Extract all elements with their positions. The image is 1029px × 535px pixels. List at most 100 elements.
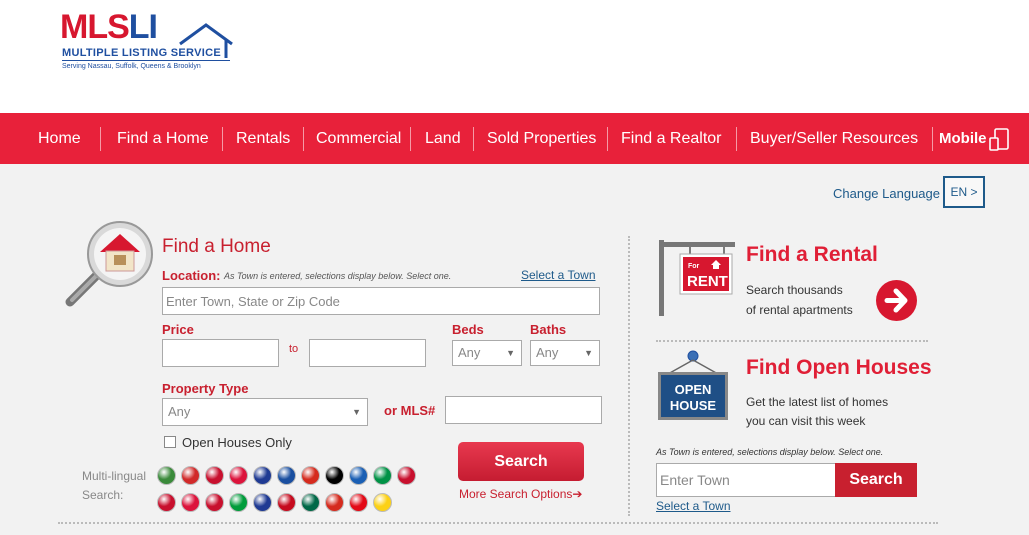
language-flag-button[interactable]: [181, 466, 200, 485]
open-houses-search-button[interactable]: Search: [835, 463, 917, 497]
main-nav: Home Find a Home Rentals Commercial Land…: [0, 113, 1029, 164]
property-type-select[interactable]: Any ▼: [162, 398, 368, 426]
rental-go-button[interactable]: [876, 280, 917, 321]
open-label: OPEN: [675, 382, 712, 397]
find-a-home-title: Find a Home: [162, 236, 271, 257]
language-flag-button[interactable]: [325, 466, 344, 485]
language-flag-button[interactable]: [373, 493, 392, 512]
nav-separator: [932, 127, 933, 151]
mobile-devices-icon: [988, 128, 1009, 151]
multilingual-search-label: Multi-lingual Search:: [82, 467, 146, 505]
language-flag-button[interactable]: [277, 493, 296, 512]
vertical-divider: [628, 236, 630, 516]
price-max-input[interactable]: [309, 339, 426, 367]
price-to-label: to: [289, 343, 299, 355]
open-houses-desc-line1: Get the latest list of homes: [746, 395, 889, 409]
open-houses-desc-line2: you can visit this week: [746, 414, 866, 428]
nav-separator: [473, 127, 474, 151]
change-language-label: Change Language: [833, 186, 940, 201]
site-header: MLSLI MULTIPLE LISTING SERVICE Serving N…: [0, 0, 1029, 113]
nav-separator: [410, 127, 411, 151]
language-flag-button[interactable]: [397, 466, 416, 485]
for-rent-sign-icon: For RENT: [659, 240, 735, 316]
mls-number-input[interactable]: [445, 396, 602, 424]
property-type-label: Property Type: [162, 381, 249, 396]
beds-select[interactable]: Any ▼: [452, 340, 522, 366]
multilingual-label-line2: Search:: [82, 488, 124, 502]
chevron-down-icon: ▼: [352, 407, 361, 417]
language-flag-button[interactable]: [157, 493, 176, 512]
arrow-right-icon: [884, 288, 908, 313]
nav-mobile[interactable]: Mobile: [939, 113, 1013, 164]
language-flag-button[interactable]: [205, 493, 224, 512]
logo-li: LI: [128, 8, 158, 46]
language-flag-button[interactable]: [349, 466, 368, 485]
multilingual-label-line1: Multi-lingual: [82, 469, 147, 483]
nav-land[interactable]: Land: [425, 113, 461, 164]
rent-label: RENT: [687, 273, 728, 290]
language-flag-button[interactable]: [373, 466, 392, 485]
open-houses-only-label[interactable]: Open Houses Only: [182, 435, 292, 450]
language-button[interactable]: EN >: [943, 176, 985, 208]
nav-commercial[interactable]: Commercial: [316, 113, 401, 164]
logo-divider: [62, 60, 230, 61]
more-search-options-link[interactable]: More Search Options➔: [459, 487, 582, 501]
language-flag-button[interactable]: [229, 466, 248, 485]
house-label: HOUSE: [670, 398, 717, 413]
open-houses-select-a-town-link[interactable]: Select a Town: [656, 499, 731, 513]
open-houses-description: Get the latest list of homes you can vis…: [746, 393, 888, 431]
language-flag-button[interactable]: [325, 493, 344, 512]
magnifier-house-icon: [65, 221, 153, 307]
language-flag-button[interactable]: [349, 493, 368, 512]
baths-select[interactable]: Any ▼: [530, 340, 600, 366]
beds-label: Beds: [452, 322, 484, 337]
location-input[interactable]: [162, 287, 600, 315]
mls-number-label: or MLS#: [384, 403, 436, 418]
open-houses-town-input[interactable]: [656, 463, 836, 497]
language-flag-button[interactable]: [181, 493, 200, 512]
language-flag-button[interactable]: [253, 466, 272, 485]
location-hint: As Town is entered, selections display b…: [224, 271, 452, 281]
find-home-search-button[interactable]: Search: [458, 442, 584, 481]
open-houses-only-checkbox[interactable]: [164, 436, 176, 448]
open-houses-town-hint: As Town is entered, selections display b…: [656, 447, 884, 457]
rental-description: Search thousands of rental apartments: [746, 280, 853, 320]
price-label: Price: [162, 322, 194, 337]
language-flag-button[interactable]: [277, 466, 296, 485]
language-flag-button[interactable]: [205, 466, 224, 485]
logo-subtitle: MULTIPLE LISTING SERVICE: [62, 47, 221, 59]
nav-separator: [222, 127, 223, 151]
price-min-input[interactable]: [162, 339, 279, 367]
find-open-houses-title[interactable]: Find Open Houses: [746, 356, 932, 380]
rental-desc-line2: of rental apartments: [746, 303, 853, 317]
select-a-town-link[interactable]: Select a Town: [521, 268, 596, 282]
nav-separator: [607, 127, 608, 151]
language-flag-button[interactable]: [253, 493, 272, 512]
nav-separator: [100, 127, 101, 151]
mlsli-logo[interactable]: MLSLI MULTIPLE LISTING SERVICE Serving N…: [60, 10, 235, 74]
nav-find-a-home[interactable]: Find a Home: [117, 113, 209, 164]
baths-label: Baths: [530, 322, 567, 337]
language-flag-button[interactable]: [229, 493, 248, 512]
language-flag-button[interactable]: [301, 466, 320, 485]
nav-rentals[interactable]: Rentals: [236, 113, 290, 164]
nav-buyer-seller-resources[interactable]: Buyer/Seller Resources: [750, 113, 918, 164]
nav-mobile-label: Mobile: [939, 130, 987, 147]
nav-home[interactable]: Home: [38, 113, 81, 164]
language-flag-button[interactable]: [301, 493, 320, 512]
right-panel-divider: [656, 340, 928, 342]
open-house-sign-icon: OPEN HOUSE: [658, 350, 728, 420]
for-label: For: [688, 263, 700, 270]
location-label: Location:: [162, 268, 221, 283]
nav-find-a-realtor[interactable]: Find a Realtor: [621, 113, 722, 164]
nav-sold-properties[interactable]: Sold Properties: [487, 113, 596, 164]
beds-selected-value: Any: [458, 345, 481, 360]
chevron-down-icon: ▼: [506, 348, 515, 358]
find-a-rental-title[interactable]: Find a Rental: [746, 243, 878, 267]
bottom-divider: [58, 522, 938, 524]
chevron-down-icon: ▼: [584, 348, 593, 358]
logo-tagline: Serving Nassau, Suffolk, Queens & Brookl…: [62, 63, 201, 70]
logo-mls: MLS: [60, 8, 130, 46]
nav-separator: [736, 127, 737, 151]
language-flag-button[interactable]: [157, 466, 176, 485]
